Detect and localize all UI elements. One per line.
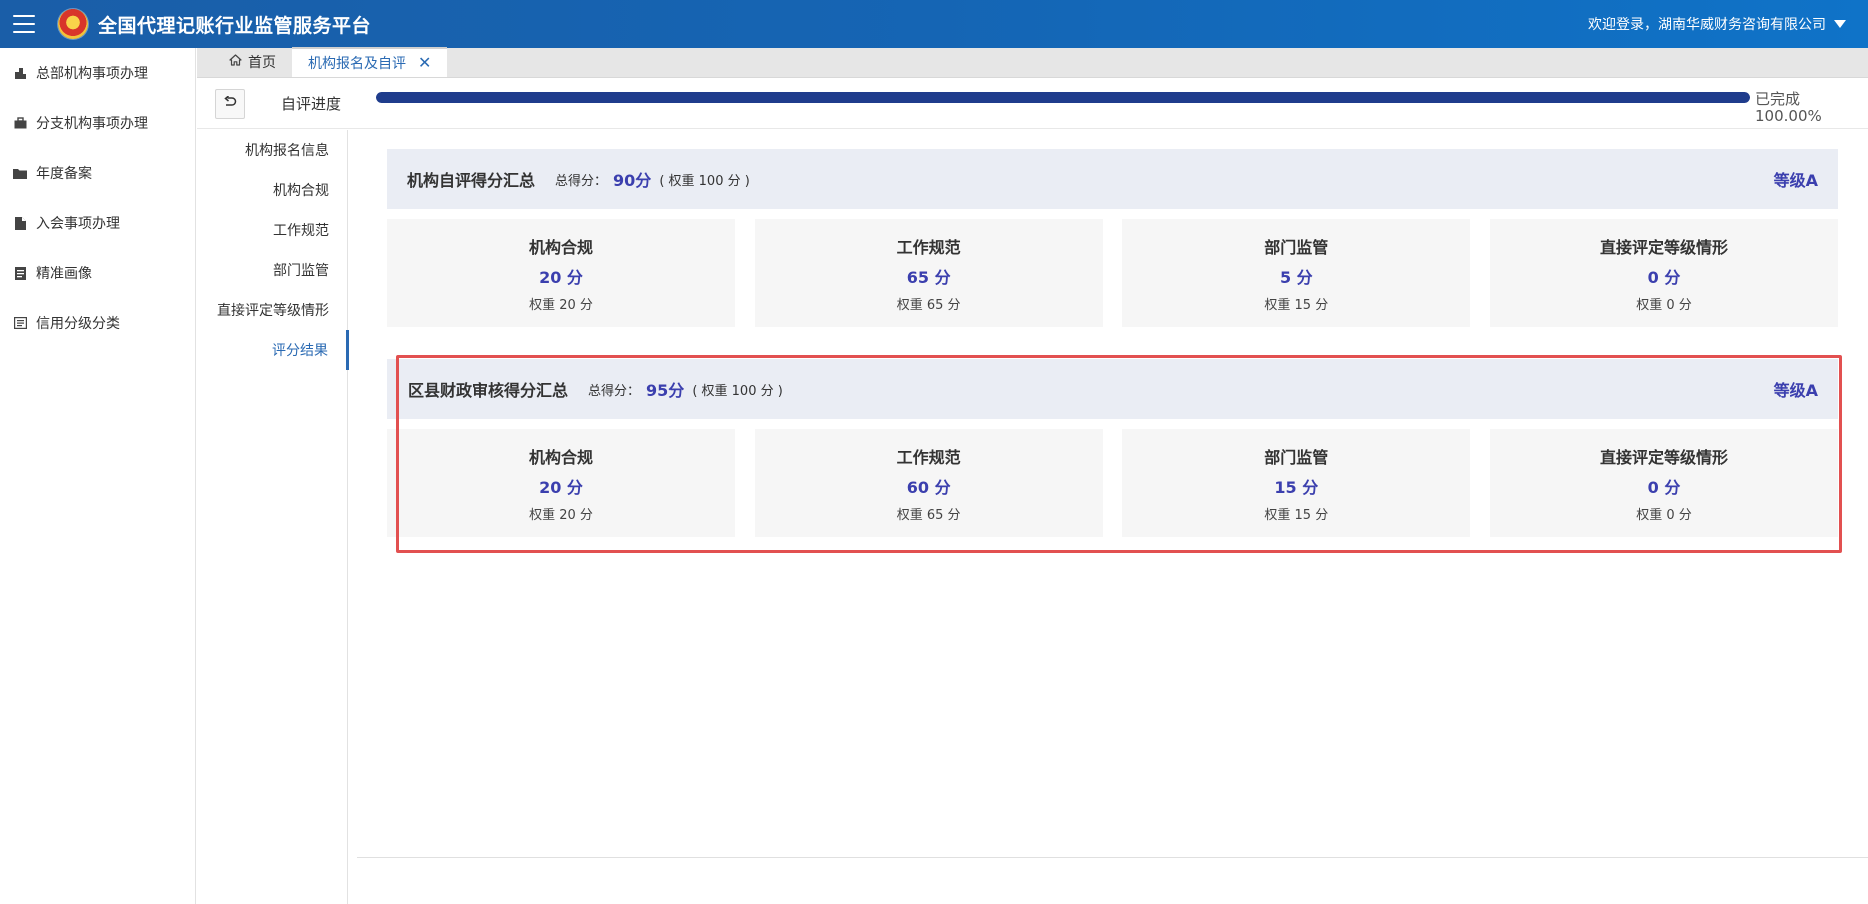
score-card-work-standards: 工作规范 65 分 权重 65 分 xyxy=(754,219,1103,327)
progress-row: 自评进度 已完成 100.00% xyxy=(197,79,1868,129)
weight-note: ( 权重 100 分 ) xyxy=(692,383,783,399)
menu-toggle-button[interactable] xyxy=(0,0,48,48)
national-emblem-icon xyxy=(58,9,88,39)
divider xyxy=(357,857,1868,858)
card-score: 5 分 xyxy=(1279,267,1313,287)
summary-title: 区县财政审核得分汇总 xyxy=(408,381,569,400)
section-nav-compliance[interactable]: 机构合规 xyxy=(197,170,347,210)
list-icon xyxy=(13,316,27,330)
tab-registration-self-eval[interactable]: 机构报名及自评 ✕ xyxy=(292,47,448,77)
main-content: 机构自评得分汇总 总得分： 90分 ( 权重 100 分 ) 等级A 机构合规 … xyxy=(349,130,1868,904)
briefcase-icon xyxy=(13,116,27,130)
score-card-compliance: 机构合规 20 分 权重 20 分 xyxy=(387,219,735,327)
card-score: 15 分 xyxy=(1274,477,1319,497)
file-icon xyxy=(13,216,27,230)
progress-bar xyxy=(376,92,1750,103)
card-weight: 权重 15 分 xyxy=(1264,297,1329,313)
section-nav-direct-rating[interactable]: 直接评定等级情形 xyxy=(197,290,347,330)
total-label: 总得分： xyxy=(555,173,608,189)
card-score: 0 分 xyxy=(1647,267,1681,287)
back-button[interactable] xyxy=(215,88,245,119)
section-nav: 机构报名信息 机构合规 工作规范 部门监管 直接评定等级情形 评分结果 xyxy=(197,130,349,904)
card-title: 机构合规 xyxy=(528,447,593,467)
document-list-icon xyxy=(13,266,27,280)
progress-status: 已完成 100.00% xyxy=(1755,91,1822,125)
section-nav-work-standards[interactable]: 工作规范 xyxy=(197,210,347,250)
progress-label: 自评进度 xyxy=(281,95,342,113)
self-eval-summary: 机构自评得分汇总 总得分： 90分 ( 权重 100 分 ) 等级A xyxy=(387,149,1838,209)
card-title: 直接评定等级情形 xyxy=(1599,237,1728,257)
total-label: 总得分： xyxy=(588,383,641,399)
sidebar-item-portrait[interactable]: 精准画像 xyxy=(0,248,195,298)
score-card-compliance: 机构合规 20 分 权重 20 分 xyxy=(387,429,735,537)
score-card-dept-supervision: 部门监管 5 分 权重 15 分 xyxy=(1122,219,1471,327)
score-card-direct-rating: 直接评定等级情形 0 分 权重 0 分 xyxy=(1489,219,1838,327)
card-title: 工作规范 xyxy=(896,237,961,257)
sidebar-item-label: 信用分级分类 xyxy=(36,316,120,332)
card-weight: 权重 20 分 xyxy=(529,507,593,523)
app-title: 全国代理记账行业监管服务平台 xyxy=(98,14,372,37)
progress-status-text: 已完成 xyxy=(1755,90,1801,108)
tab-home[interactable]: 首页 xyxy=(213,47,292,77)
card-title: 部门监管 xyxy=(1264,237,1329,257)
card-score: 60 分 xyxy=(906,477,951,497)
grade-badge: 等级A xyxy=(1773,171,1818,190)
card-title: 机构合规 xyxy=(528,237,593,257)
sidebar-item-label: 分支机构事项办理 xyxy=(36,116,148,132)
score-cards: 机构合规 20 分 权重 20 分 工作规范 60 分 权重 65 分 部门监管… xyxy=(387,429,1838,537)
card-weight: 权重 15 分 xyxy=(1264,507,1329,523)
sidebar-item-label: 入会事项办理 xyxy=(36,216,120,232)
card-score: 20 分 xyxy=(539,267,583,287)
county-review-summary: 区县财政审核得分汇总 总得分： 95分 ( 权重 100 分 ) 等级A xyxy=(387,359,1838,419)
card-weight: 权重 65 分 xyxy=(896,297,961,313)
card-weight: 权重 65 分 xyxy=(896,507,961,523)
self-eval-block: 机构自评得分汇总 总得分： 90分 ( 权重 100 分 ) 等级A 机构合规 … xyxy=(387,149,1838,327)
total-score: 90分 xyxy=(613,171,652,190)
county-review-block: 区县财政审核得分汇总 总得分： 95分 ( 权重 100 分 ) 等级A 机构合… xyxy=(387,359,1838,537)
sidebar-item-headquarters[interactable]: 总部机构事项办理 xyxy=(0,48,195,98)
home-icon xyxy=(229,54,242,70)
sidebar-item-label: 精准画像 xyxy=(36,266,92,282)
top-header: 全国代理记账行业监管服务平台 欢迎登录，湖南华威财务咨询有限公司 xyxy=(0,0,1868,48)
hamburger-icon xyxy=(13,15,35,33)
sidebar-item-membership[interactable]: 入会事项办理 xyxy=(0,198,195,248)
sidebar-item-branch[interactable]: 分支机构事项办理 xyxy=(0,98,195,148)
progress-percent: 100.00% xyxy=(1755,107,1822,125)
total-score: 95分 xyxy=(646,381,685,400)
card-title: 直接评定等级情形 xyxy=(1599,447,1728,467)
sidebar-item-credit-rating[interactable]: 信用分级分类 xyxy=(0,298,195,348)
welcome-text[interactable]: 欢迎登录，湖南华威财务咨询有限公司 xyxy=(1588,14,1826,34)
caret-down-icon[interactable] xyxy=(1834,20,1846,28)
card-weight: 权重 0 分 xyxy=(1636,507,1692,523)
card-score: 20 分 xyxy=(539,477,583,497)
sidebar-item-annual-filing[interactable]: 年度备案 xyxy=(0,148,195,198)
card-score: 0 分 xyxy=(1647,477,1681,497)
sidebar-item-label: 总部机构事项办理 xyxy=(36,66,148,82)
undo-arrow-icon xyxy=(223,94,237,112)
weight-note: ( 权重 100 分 ) xyxy=(659,173,750,189)
sidebar-item-label: 年度备案 xyxy=(36,166,92,182)
progress-fill xyxy=(376,92,1750,103)
sidebar: 总部机构事项办理 分支机构事项办理 年度备案 入会事项办理 精准画像 信用分级分… xyxy=(0,48,196,904)
card-weight: 权重 0 分 xyxy=(1636,297,1692,313)
tab-bar: 首页 机构报名及自评 ✕ xyxy=(197,47,1868,78)
tab-label: 机构报名及自评 xyxy=(308,56,406,72)
score-card-direct-rating: 直接评定等级情形 0 分 权重 0 分 xyxy=(1489,429,1838,537)
summary-title: 机构自评得分汇总 xyxy=(407,171,536,190)
section-nav-registration-info[interactable]: 机构报名信息 xyxy=(197,130,347,170)
close-icon[interactable]: ✕ xyxy=(418,55,431,71)
tab-label: 首页 xyxy=(248,55,276,71)
card-weight: 权重 20 分 xyxy=(529,297,593,313)
score-cards: 机构合规 20 分 权重 20 分 工作规范 65 分 权重 65 分 部门监管… xyxy=(387,219,1838,327)
card-title: 部门监管 xyxy=(1264,447,1329,467)
folder-icon xyxy=(13,166,27,180)
card-score: 65 分 xyxy=(906,267,951,287)
section-nav-dept-supervision[interactable]: 部门监管 xyxy=(197,250,347,290)
section-nav-score-result[interactable]: 评分结果 xyxy=(197,330,349,370)
grade-badge: 等级A xyxy=(1773,381,1818,400)
score-card-dept-supervision: 部门监管 15 分 权重 15 分 xyxy=(1122,429,1471,537)
building-icon xyxy=(13,66,27,80)
card-title: 工作规范 xyxy=(896,447,961,467)
score-card-work-standards: 工作规范 60 分 权重 65 分 xyxy=(754,429,1103,537)
